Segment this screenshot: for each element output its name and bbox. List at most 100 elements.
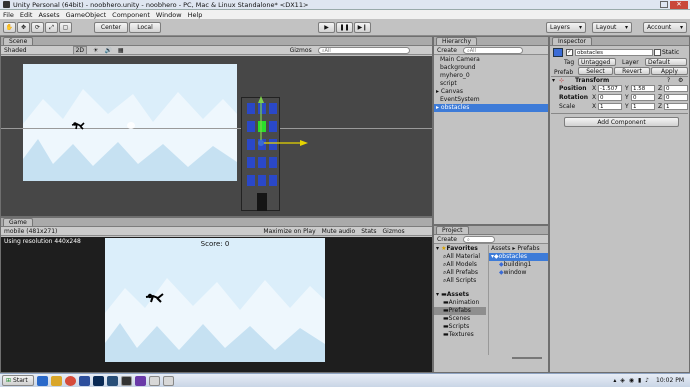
prefab-revert-button[interactable]: Revert — [614, 67, 650, 75]
hierarchy-item-selected[interactable]: ▸ obstacles — [434, 104, 548, 112]
position-y-field[interactable]: 1.58 — [631, 85, 655, 92]
lighting-icon[interactable]: ☀ — [93, 47, 98, 54]
hierarchy-item[interactable]: script — [434, 80, 548, 88]
shading-dropdown[interactable]: Shaded — [4, 47, 27, 54]
rect-tool-button[interactable]: ▢ — [59, 22, 72, 33]
asset-folder[interactable]: ▬Scenes — [434, 315, 486, 323]
project-breadcrumb[interactable]: Assets ▸ Prefabs — [489, 245, 548, 253]
game-gizmos-dropdown[interactable]: Gizmos — [383, 228, 405, 235]
favorite-item[interactable]: ⌕All Scripts — [434, 277, 486, 285]
favorite-item[interactable]: ⌕All Models — [434, 261, 486, 269]
position-x-field[interactable]: -1.507 — [598, 85, 622, 92]
menu-edit[interactable]: Edit — [20, 11, 33, 19]
gizmos-dropdown[interactable]: Gizmos — [290, 47, 312, 54]
icon-size-slider[interactable] — [512, 357, 542, 359]
favorite-item[interactable]: ⌕All Material — [434, 253, 486, 261]
rotation-y-field[interactable]: 0 — [631, 94, 655, 101]
scale-tool-button[interactable]: ⤢ — [45, 22, 58, 33]
menu-gameobject[interactable]: GameObject — [66, 11, 107, 19]
layers-dropdown[interactable]: Layers ▾ — [546, 22, 586, 33]
play-button[interactable]: ▶ — [318, 22, 335, 33]
favorite-item[interactable]: ⌕All Prefabs — [434, 269, 486, 277]
menu-component[interactable]: Component — [112, 11, 150, 19]
rotation-x-field[interactable]: 0 — [598, 94, 622, 101]
prefab-item-selected[interactable]: ▾◆obstacles — [489, 253, 548, 261]
unity-taskbar-icon[interactable] — [120, 375, 132, 386]
tab-scene[interactable]: Scene — [3, 37, 34, 45]
mute-audio-toggle[interactable]: Mute audio — [322, 228, 356, 235]
step-button[interactable]: ▶❙ — [354, 22, 371, 33]
scale-y-field[interactable]: 1 — [631, 103, 655, 110]
close-icon[interactable]: ✕ — [670, 1, 688, 9]
audio-icon[interactable]: 🔊 — [104, 47, 111, 54]
rotate-tool-button[interactable]: ⟳ — [31, 22, 44, 33]
maximize-on-play-toggle[interactable]: Maximize on Play — [263, 228, 315, 235]
tab-project[interactable]: Project — [436, 226, 469, 234]
steam-icon[interactable] — [106, 375, 118, 386]
tab-hierarchy[interactable]: Hierarchy — [436, 37, 478, 45]
help-icon[interactable]: ? — [667, 77, 670, 84]
asset-folder-selected[interactable]: ▬Prefabs — [434, 307, 486, 315]
hierarchy-item[interactable]: background — [434, 64, 548, 72]
scene-search-input[interactable]: ⌕All — [317, 46, 410, 54]
menu-file[interactable]: File — [3, 11, 14, 19]
tab-inspector[interactable]: Inspector — [552, 37, 592, 45]
pivot-center-button[interactable]: Center — [94, 22, 128, 33]
asset-folder[interactable]: ▬Scripts — [434, 323, 486, 331]
ie-icon[interactable] — [36, 375, 48, 386]
game-viewport[interactable]: Using resolution 440x248 Score: 0 — [1, 237, 432, 372]
prefab-apply-button[interactable]: Apply — [651, 67, 688, 75]
menu-window[interactable]: Window — [156, 11, 182, 19]
chrome-icon[interactable] — [64, 375, 76, 386]
visual-studio-icon[interactable] — [134, 375, 146, 386]
static-checkbox[interactable] — [654, 49, 661, 56]
account-dropdown[interactable]: Account ▾ — [643, 22, 687, 33]
prefab-child-item[interactable]: ◆building1 — [489, 261, 548, 269]
z-axis-handle-icon[interactable] — [258, 140, 264, 146]
menu-help[interactable]: Help — [188, 11, 203, 19]
hierarchy-search-input[interactable]: ⌕All — [462, 46, 523, 54]
project-search-input[interactable]: ⌕ — [462, 235, 495, 243]
hierarchy-item[interactable]: ▸ Canvas — [434, 88, 548, 96]
asset-folder[interactable]: ▬Animation — [434, 299, 486, 307]
object-name-field[interactable]: obstacles — [575, 49, 653, 56]
position-z-field[interactable]: 0 — [664, 85, 688, 92]
maximize-icon[interactable] — [660, 1, 668, 8]
hierarchy-create-button[interactable]: Create — [437, 47, 457, 54]
add-component-button[interactable]: Add Component — [564, 117, 679, 127]
menu-assets[interactable]: Assets — [38, 11, 59, 19]
move-tool-button[interactable]: ✥ — [17, 22, 30, 33]
hand-tool-button[interactable]: ✋ — [3, 22, 16, 33]
y-axis-arrow-icon[interactable] — [258, 96, 264, 103]
rotation-z-field[interactable]: 0 — [664, 94, 688, 101]
hierarchy-item[interactable]: Main Camera — [434, 56, 548, 64]
active-checkbox[interactable]: ✓ — [566, 49, 573, 56]
pause-button[interactable]: ❚❚ — [336, 22, 353, 33]
assets-header[interactable]: ▾ ▬Assets — [434, 291, 486, 299]
clock[interactable]: 10:02 PM — [656, 377, 684, 384]
word-icon[interactable] — [78, 375, 90, 386]
pivot-local-button[interactable]: Local — [129, 22, 161, 33]
resolution-dropdown[interactable]: mobile (481x271) — [4, 228, 57, 235]
project-create-button[interactable]: Create — [437, 236, 457, 243]
x-axis-arrow-icon[interactable] — [300, 140, 308, 146]
favorites-header[interactable]: ▾ ★Favorites — [434, 245, 486, 253]
collapse-arrow-icon[interactable]: ▾ — [552, 77, 555, 84]
app-icon[interactable] — [162, 375, 174, 386]
transform-header[interactable]: Transform — [575, 77, 609, 84]
effects-icon[interactable]: ▦ — [118, 47, 124, 54]
start-button[interactable]: ⊞ Start — [2, 375, 34, 386]
scene-viewport[interactable] — [1, 56, 432, 216]
scale-z-field[interactable]: 1 — [664, 103, 688, 110]
move-gizmo[interactable] — [251, 96, 311, 146]
stats-toggle[interactable]: Stats — [361, 228, 376, 235]
gear-icon[interactable]: ⚙ — [678, 77, 683, 84]
tag-dropdown[interactable]: Untagged — [578, 58, 616, 66]
tray-icons[interactable]: ▴ ◈ ◉ ▮ ♪ — [613, 377, 650, 384]
asset-folder[interactable]: ▬Textures — [434, 331, 486, 339]
tab-game[interactable]: Game — [3, 218, 33, 226]
photoshop-icon[interactable] — [92, 375, 104, 386]
prefab-child-item[interactable]: ◆window — [489, 269, 548, 277]
scale-x-field[interactable]: 1 — [598, 103, 622, 110]
explorer-icon[interactable] — [50, 375, 62, 386]
